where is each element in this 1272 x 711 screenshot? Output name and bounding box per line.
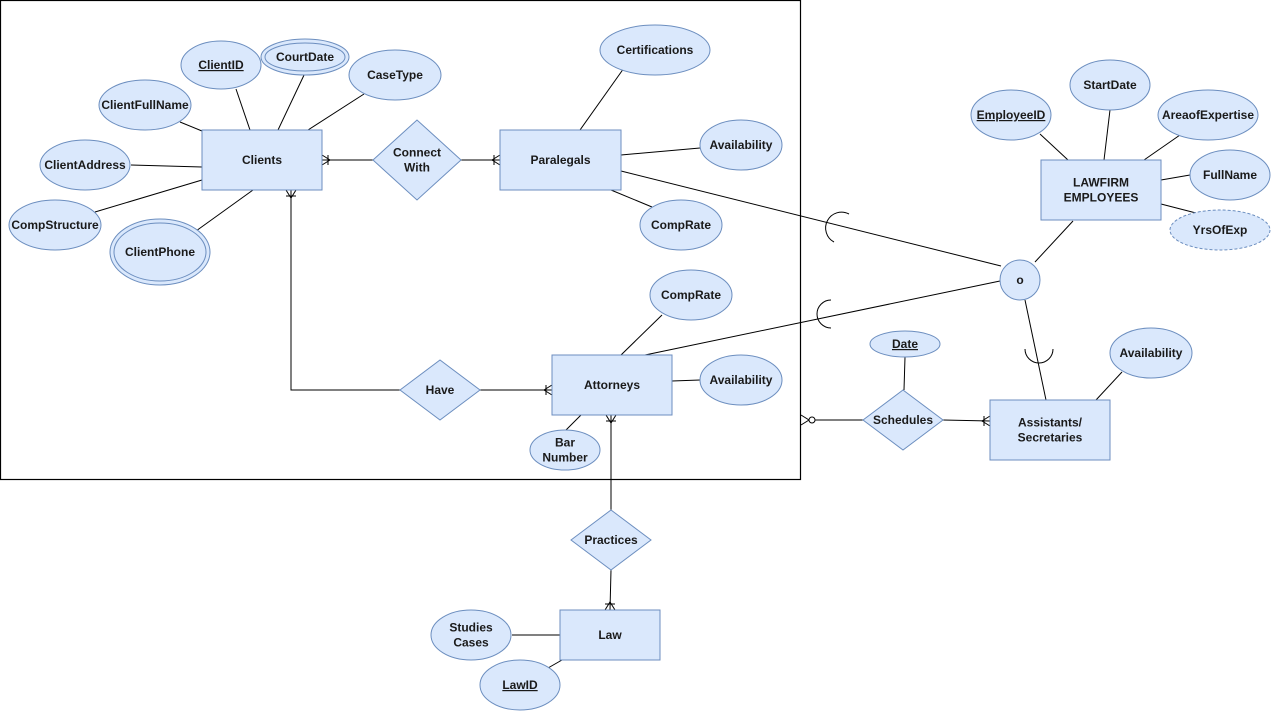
label-text: Date — [892, 337, 918, 351]
attribute-areaofexpertise[interactable]: AreaofExpertise — [1157, 89, 1259, 141]
label-text: Attorneys — [584, 378, 640, 392]
line-clientphone — [195, 189, 254, 232]
line-lawid — [547, 659, 563, 669]
line-startdate — [1103, 109, 1111, 161]
relationship-have[interactable]: Have — [399, 359, 481, 421]
attribute-clientfullname[interactable]: ClientFullName — [98, 79, 192, 131]
label-text: CompRate — [661, 288, 721, 302]
line-date — [903, 356, 906, 391]
entity-assistants[interactable]: Assistants/Secretaries — [989, 399, 1111, 461]
label-text: Cases — [453, 636, 489, 650]
label-text: CompRate — [651, 218, 711, 232]
label-text: Have — [426, 383, 455, 397]
relationship-schedules[interactable]: Schedules — [862, 389, 944, 451]
attribute-yrsofexp[interactable]: YrsOfExp — [1169, 209, 1271, 251]
label-text: Certifications — [617, 43, 694, 57]
relationship-practices[interactable]: Practices — [570, 509, 652, 571]
label-text: Secretaries — [1018, 431, 1083, 445]
line-clients-have — [290, 190, 400, 391]
attribute-certifications[interactable]: Certifications — [599, 24, 711, 76]
crowfoot-frame-schedules — [800, 414, 810, 426]
line-para-availability — [620, 147, 701, 156]
line-o-assistants — [1024, 299, 1047, 401]
entity-law[interactable]: Law — [559, 609, 661, 661]
label-text: Availability — [1120, 346, 1183, 360]
attribute-courtdate[interactable]: CourtDate — [260, 38, 350, 76]
attribute-studiescases[interactable]: StudiesCases — [430, 609, 512, 661]
entity-attorneys[interactable]: Attorneys — [551, 354, 673, 416]
line-areaofexpertise — [1143, 134, 1181, 161]
label-text: ClientAddress — [44, 158, 126, 172]
line-yrsofexp — [1160, 203, 1197, 214]
attribute-att_availability[interactable]: Availability — [699, 354, 783, 406]
label-text: CompStructure — [11, 218, 99, 232]
er-diagram-canvas: Clients Paralegals Attorneys Law LAWFIRMEMPL… — [0, 0, 1271, 711]
label-text: Law — [598, 628, 622, 642]
line-att-availability — [671, 379, 701, 382]
label-text: Bar — [555, 436, 575, 450]
label-text: Assistants/ — [1018, 416, 1083, 430]
attribute-casetype[interactable]: CaseType — [348, 49, 442, 101]
line-clientaddress — [130, 164, 203, 168]
subset-arc-assistants — [1024, 348, 1054, 364]
attribute-date[interactable]: Date — [869, 330, 941, 358]
label-text: FullName — [1203, 168, 1257, 182]
label-text: StartDate — [1083, 78, 1137, 92]
attribute-clientaddress[interactable]: ClientAddress — [39, 139, 131, 191]
label-text: Studies — [449, 621, 493, 635]
line-fullname — [1160, 174, 1191, 181]
label-text: EMPLOYEES — [1064, 191, 1139, 205]
zero-mark-frame-schedules — [808, 416, 816, 424]
label-text: LawID — [502, 678, 538, 692]
line-barnumber — [565, 414, 582, 431]
entity-paralegals[interactable]: Paralegals — [499, 129, 622, 191]
line-att-comprate — [620, 314, 663, 356]
specialization-overlap[interactable]: o — [999, 259, 1041, 301]
label-text: ClientFullName — [101, 98, 189, 112]
attribute-lawid[interactable]: LawID — [479, 659, 561, 711]
line-certifications — [579, 67, 625, 131]
label-text: Connect — [393, 146, 441, 160]
attribute-para_comprate[interactable]: CompRate — [639, 199, 723, 251]
attribute-att_comprate[interactable]: CompRate — [649, 269, 733, 321]
label-text: Availability — [710, 373, 773, 387]
label-text: YrsOfExp — [1193, 223, 1248, 237]
attribute-startdate[interactable]: StartDate — [1069, 59, 1151, 111]
attribute-employeeid[interactable]: EmployeeID — [970, 89, 1052, 141]
label-text: EmployeeID — [977, 108, 1046, 122]
attribute-clientid[interactable]: ClientID — [180, 40, 262, 90]
line-courtdate — [277, 72, 306, 131]
label-text: Availability — [710, 138, 773, 152]
line-asst-availability — [1095, 371, 1123, 401]
label-text: ClientPhone — [125, 245, 195, 259]
label-text: o — [1016, 273, 1023, 287]
label-text: LAWFIRM — [1073, 176, 1129, 190]
entity-clients[interactable]: Clients — [201, 129, 323, 191]
label-text: AreaofExpertise — [1162, 108, 1254, 122]
attribute-clientphone[interactable]: ClientPhone — [109, 218, 211, 286]
line-clientfullname — [179, 121, 203, 132]
relationship-connect[interactable]: ConnectWith — [372, 119, 462, 201]
label-text: Number — [542, 451, 588, 465]
line-o-lawfirm — [1034, 220, 1074, 263]
attribute-asst_availability[interactable]: Availability — [1109, 327, 1193, 379]
label-text: Schedules — [873, 413, 933, 427]
line-clientid — [235, 88, 251, 131]
label-text: CaseType — [367, 68, 423, 82]
label-text: CourtDate — [276, 50, 334, 64]
subset-arc-attorneys — [816, 299, 832, 329]
attribute-para_availability[interactable]: Availability — [699, 119, 783, 171]
label-text: Clients — [242, 153, 282, 167]
label-text: With — [404, 161, 430, 175]
line-employeeid — [1039, 133, 1069, 161]
label-text: ClientID — [198, 58, 244, 72]
line-para-comprate — [610, 189, 653, 208]
attribute-barnumber[interactable]: BarNumber — [529, 429, 601, 471]
label-text: Paralegals — [530, 153, 590, 167]
line-casetype — [307, 93, 365, 131]
label-text: Practices — [584, 533, 638, 547]
entity-lawfirm[interactable]: LAWFIRMEMPLOYEES — [1040, 159, 1162, 221]
attribute-compstructure[interactable]: CompStructure — [8, 199, 102, 251]
attribute-fullname[interactable]: FullName — [1189, 149, 1271, 201]
